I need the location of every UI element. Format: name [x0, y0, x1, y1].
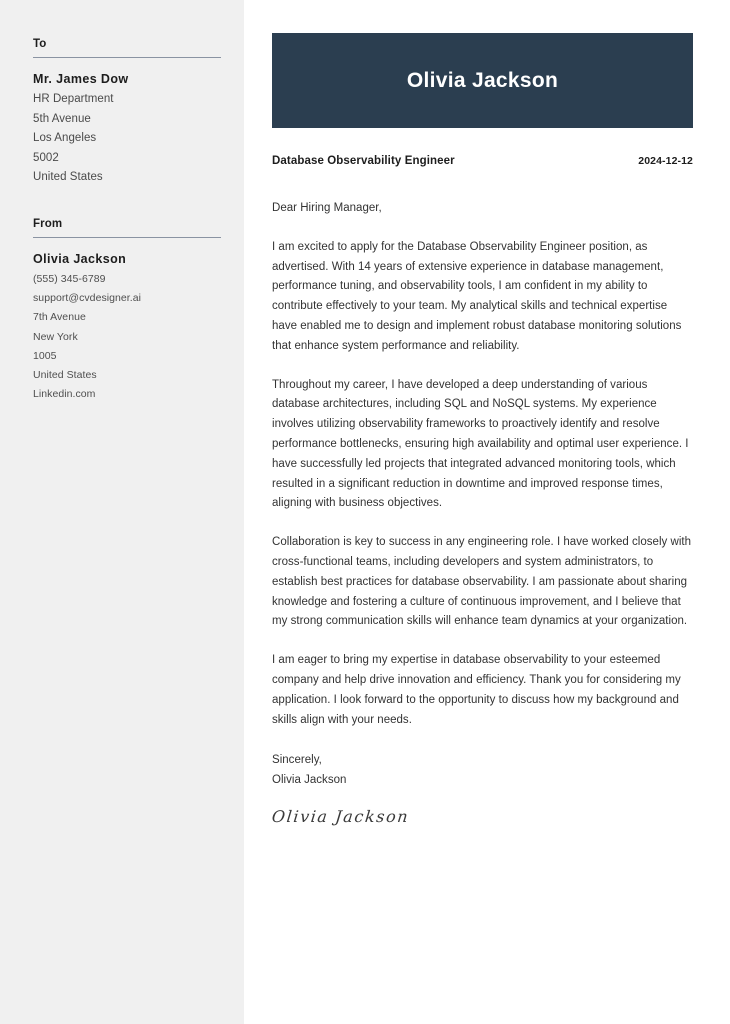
- recipient-heading: To: [33, 38, 47, 50]
- letter-body: Dear Hiring Manager, I am excited to app…: [271, 199, 693, 826]
- sender-name: Olivia Jackson: [33, 251, 127, 266]
- letter-paragraph: I am eager to bring my expertise in data…: [272, 654, 681, 726]
- job-title: Database Observability Engineer: [272, 155, 455, 167]
- recipient-block: To Mr. James Dow HR Department 5th Avenu…: [33, 38, 221, 188]
- letter-date: 2024-12-12: [638, 155, 693, 167]
- recipient-name: Mr. James Dow: [33, 72, 129, 86]
- letter-closing: Sincerely, Olivia Jackson: [272, 751, 693, 791]
- sender-postcode: 1005: [33, 349, 57, 362]
- letter-paragraph: Throughout my career, I have developed a…: [272, 378, 689, 510]
- signature: Olivia Jackson: [271, 806, 411, 826]
- recipient-line: United States: [33, 171, 103, 184]
- sender-country: United States: [33, 368, 97, 381]
- closing-word: Sincerely,: [272, 754, 322, 767]
- closing-name: Olivia Jackson: [272, 774, 347, 787]
- sender-street: 7th Avenue: [33, 311, 86, 324]
- recipient-line: HR Department: [33, 93, 114, 105]
- recipient-divider: [33, 57, 221, 58]
- name-banner: Olivia Jackson: [272, 33, 693, 128]
- recipient-line: 5th Avenue: [33, 112, 91, 125]
- sender-heading: From: [33, 217, 63, 230]
- recipient-line: Los Angeles: [33, 132, 97, 145]
- recipient-line: 5002: [33, 151, 59, 164]
- sender-divider: [33, 236, 221, 238]
- contact-sidebar: To Mr. James Dow HR Department 5th Avenu…: [0, 0, 244, 1024]
- sender-email: support@cvdesigner.ai: [33, 292, 142, 305]
- salutation: Dear Hiring Manager,: [272, 202, 382, 214]
- letter-meta-row: Database Observability Engineer 2024-12-…: [272, 155, 693, 167]
- applicant-name: Olivia Jackson: [406, 68, 559, 92]
- sender-block: From Olivia Jackson (555) 345-6789 suppo…: [33, 218, 221, 404]
- sender-linkedin: Linkedin.com: [33, 388, 96, 401]
- cover-letter-page: To Mr. James Dow HR Department 5th Avenu…: [0, 0, 730, 1024]
- letter-main: Olivia Jackson Database Observability En…: [244, 0, 730, 1024]
- sender-city: New York: [33, 330, 78, 343]
- letter-paragraph: Collaboration is key to success in any e…: [272, 536, 692, 628]
- sender-phone: (555) 345-6789: [33, 272, 106, 285]
- letter-paragraph: I am excited to apply for the Database O…: [272, 240, 682, 352]
